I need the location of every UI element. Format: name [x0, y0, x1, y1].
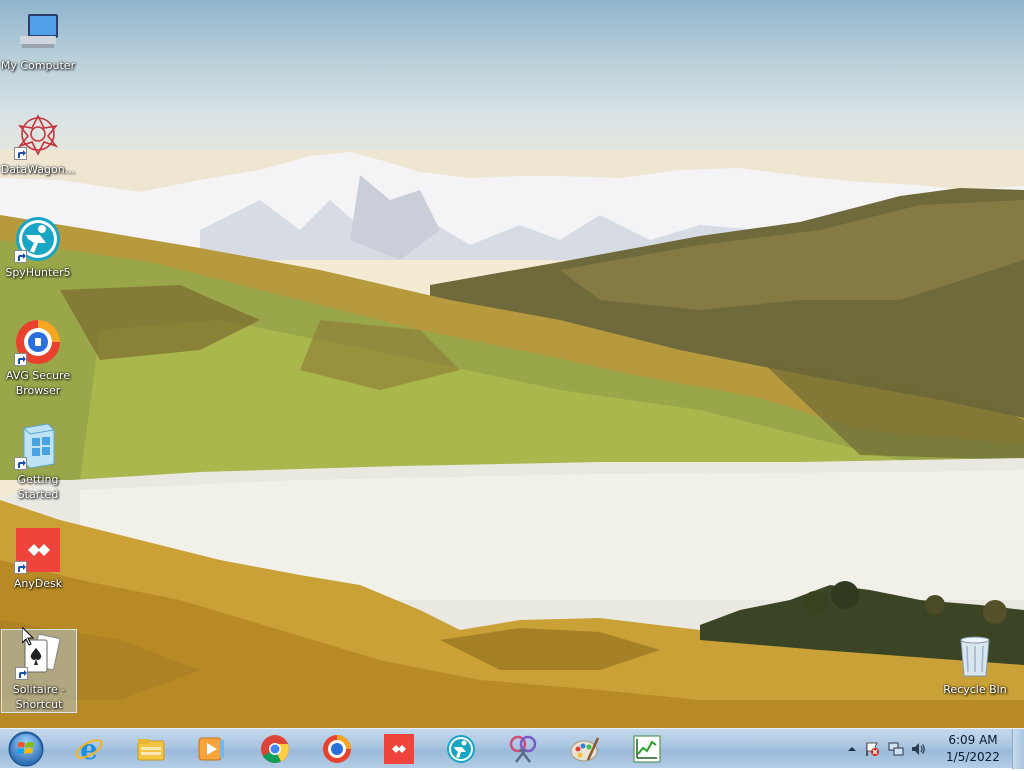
shortcut-arrow-icon: [15, 667, 28, 680]
shortcut-arrow-icon: [14, 561, 27, 574]
desktop-icon-anydesk[interactable]: AnyDesk: [0, 526, 76, 591]
desktop-icon-avg-secure-browser[interactable]: AVG Secure Browser: [0, 318, 76, 398]
desktop-icon-label: Getting Started: [17, 473, 59, 501]
network-icon[interactable]: [888, 741, 904, 757]
taskbar-chart-app[interactable]: [620, 731, 674, 767]
desktop-icon-label: SpyHunter5: [5, 266, 71, 279]
shortcut-arrow-icon: [14, 457, 27, 470]
chrome-icon: [261, 735, 289, 763]
paint-icon: [570, 737, 600, 762]
avg-browser-icon: [14, 318, 62, 366]
windows-logo-icon: [8, 731, 44, 767]
file-explorer-icon: [137, 739, 165, 761]
show-desktop-button[interactable]: [1012, 729, 1024, 769]
system-clock[interactable]: 6:09 AM 1/5/2022: [928, 732, 1018, 766]
desktop-icon-label: DataWagon...: [0, 163, 76, 176]
datawagon-icon: [14, 112, 62, 160]
computer-icon: [14, 8, 62, 56]
shortcut-arrow-icon: [14, 353, 27, 366]
anydesk-icon: [384, 734, 414, 764]
taskbar-media-player[interactable]: [184, 731, 238, 767]
desktop-wallpaper: [0, 0, 1024, 728]
taskbar-internet-explorer[interactable]: e: [62, 731, 116, 767]
desktop-icon-recycle-bin[interactable]: Recycle Bin: [937, 632, 1013, 697]
volume-icon[interactable]: [910, 741, 926, 757]
svg-text:e: e: [80, 734, 98, 764]
shortcut-arrow-icon: [14, 147, 27, 160]
desktop-icon-getting-started[interactable]: Getting Started: [0, 422, 76, 502]
desktop-icon-spyhunter[interactable]: SpyHunter5: [0, 215, 76, 280]
desktop-icon-label: My Computer: [0, 59, 76, 72]
chart-app-icon: [633, 735, 661, 763]
recycle-bin-icon: [951, 632, 999, 680]
taskbar-file-explorer[interactable]: [124, 731, 178, 767]
avg-browser-icon: [323, 735, 351, 763]
desktop-icon-label: AnyDesk: [13, 577, 63, 590]
mouse-cursor-icon: [22, 627, 34, 646]
spyhunter-icon: [447, 735, 475, 763]
taskbar-chrome[interactable]: [248, 731, 302, 767]
media-player-icon: [198, 737, 224, 761]
shortcut-arrow-icon: [14, 250, 27, 263]
taskbar-avg-browser[interactable]: [310, 731, 364, 767]
desktop-icon-my-computer[interactable]: My Computer: [0, 8, 76, 73]
desktop-icon-solitaire[interactable]: Solitaire - Shortcut: [1, 629, 77, 713]
action-center-flag-icon[interactable]: [864, 741, 880, 757]
desktop-icon-label: Recycle Bin: [943, 683, 1007, 696]
desktop-icon-label: Solitaire - Shortcut: [12, 683, 66, 711]
start-button[interactable]: [6, 730, 46, 768]
taskbar-paint[interactable]: [558, 731, 612, 767]
show-hidden-icons-arrow[interactable]: [844, 741, 860, 757]
clock-date: 1/5/2022: [946, 750, 1000, 764]
snipping-tool-icon: [509, 735, 537, 763]
taskbar-snipping-tool[interactable]: [496, 731, 550, 767]
desktop-icon-datawagon[interactable]: DataWagon...: [0, 112, 76, 177]
getting-started-icon: [14, 422, 62, 470]
spyhunter-icon: [14, 215, 62, 263]
taskbar: e 6:09 AM 1/5/2022: [0, 728, 1024, 769]
clock-time: 6:09 AM: [948, 733, 998, 747]
taskbar-anydesk[interactable]: [372, 731, 426, 767]
desktop-icon-label: AVG Secure Browser: [5, 369, 71, 397]
internet-explorer-icon: e: [75, 734, 103, 764]
taskbar-spyhunter[interactable]: [434, 731, 488, 767]
anydesk-icon: [14, 526, 62, 574]
